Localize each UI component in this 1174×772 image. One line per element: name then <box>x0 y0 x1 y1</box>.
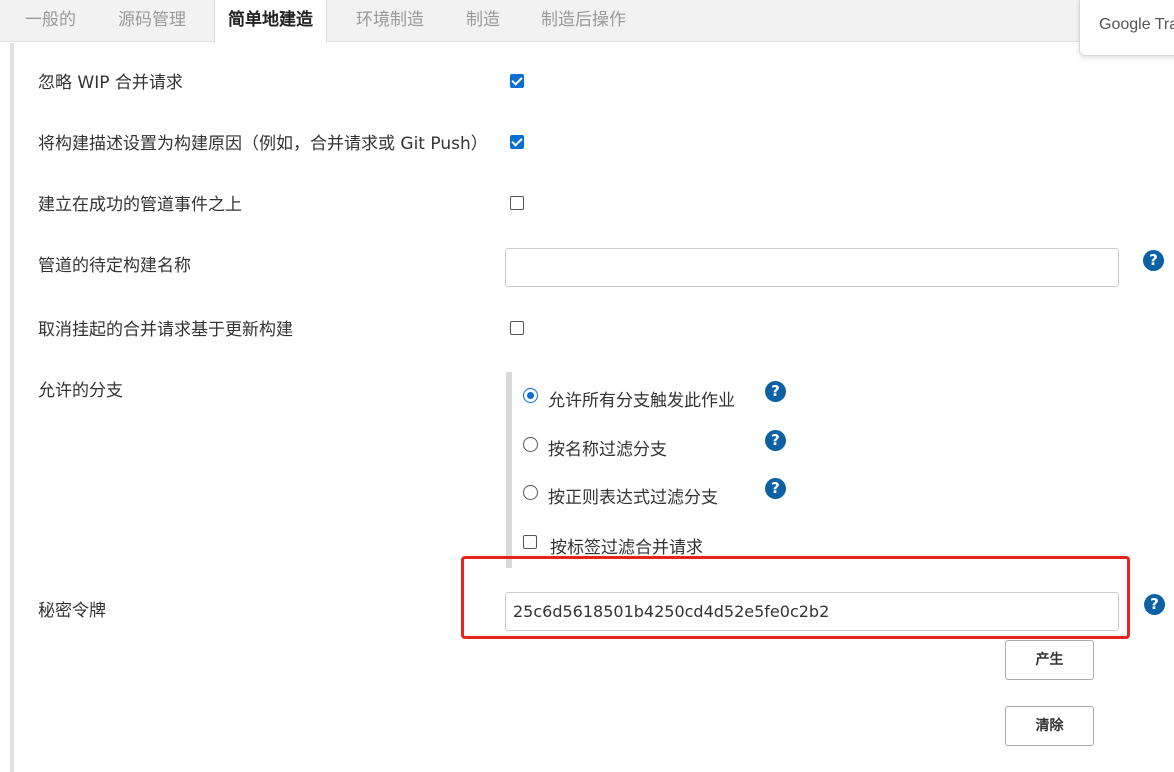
tab-general[interactable]: 一般的 <box>25 0 76 42</box>
tab-build-environment[interactable]: 环境制造 <box>356 0 424 42</box>
build-on-pipeline-checkbox[interactable] <box>510 196 524 210</box>
tab-build[interactable]: 制造 <box>466 0 500 42</box>
tab-bar: 一般的 源码管理 简单地建造 环境制造 制造 制造后操作 <box>0 0 1174 43</box>
generate-button[interactable]: 产生 <box>1005 640 1094 680</box>
allowed-branches-label: 允许的分支 <box>38 381 123 401</box>
ignore-wip-checkbox[interactable] <box>510 74 524 88</box>
help-icon-filter-by-name[interactable]: ? <box>765 430 786 451</box>
pending-build-name-input[interactable] <box>505 248 1119 287</box>
filter-by-label-checkbox[interactable] <box>523 535 537 549</box>
secret-token-label: 秘密令牌 <box>38 601 106 621</box>
radio-filter-by-regex[interactable] <box>523 485 538 500</box>
secret-token-input[interactable] <box>505 592 1119 631</box>
help-icon-all-branches[interactable]: ? <box>765 381 786 402</box>
set-build-description-checkbox[interactable] <box>510 135 524 149</box>
filter-by-label-label: 按标签过滤合并请求 <box>550 538 703 558</box>
radio-filter-by-regex-label: 按正则表达式过滤分支 <box>548 488 718 508</box>
help-icon-secret-token[interactable]: ? <box>1144 594 1165 615</box>
help-icon-filter-by-regex[interactable]: ? <box>765 478 786 499</box>
cancel-pending-label: 取消挂起的合并请求基于更新构建 <box>38 320 293 340</box>
radio-filter-by-name-label: 按名称过滤分支 <box>548 440 667 460</box>
allowed-branches-border <box>506 372 512 568</box>
radio-filter-by-name[interactable] <box>523 437 538 452</box>
cancel-pending-checkbox[interactable] <box>510 321 524 335</box>
radio-all-branches[interactable] <box>523 388 538 403</box>
set-build-description-label: 将构建描述设置为构建原因（例如，合并请求或 Git Push） <box>38 134 488 154</box>
help-icon-pending-build-name[interactable]: ? <box>1143 250 1164 271</box>
section-left-border <box>10 43 14 772</box>
pending-build-name-label: 管道的待定构建名称 <box>38 256 191 276</box>
radio-all-branches-label: 允许所有分支触发此作业 <box>548 391 735 411</box>
ignore-wip-label: 忽略 WIP 合并请求 <box>38 73 183 93</box>
clear-button[interactable]: 清除 <box>1005 706 1094 746</box>
google-translate-label: Google Trar <box>1099 16 1174 33</box>
tab-post-build[interactable]: 制造后操作 <box>541 0 626 42</box>
tab-build-triggers[interactable]: 简单地建造 <box>214 0 327 43</box>
build-on-pipeline-label: 建立在成功的管道事件之上 <box>38 195 242 215</box>
tab-source-control[interactable]: 源码管理 <box>118 0 186 42</box>
google-translate-widget[interactable]: Google Trar <box>1079 0 1174 56</box>
